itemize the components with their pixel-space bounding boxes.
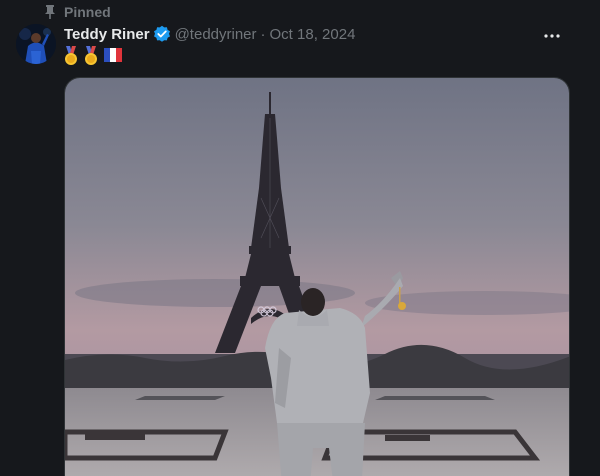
verified-badge-icon bbox=[153, 25, 171, 43]
more-icon bbox=[544, 25, 560, 43]
author-handle[interactable]: @teddyriner bbox=[175, 26, 257, 43]
separator-dot: · bbox=[260, 25, 266, 43]
post-date[interactable]: Oct 18, 2024 bbox=[270, 26, 356, 43]
pinned-label: Pinned bbox=[64, 4, 111, 20]
avatar[interactable] bbox=[16, 24, 56, 64]
tweet-text bbox=[64, 45, 122, 65]
pinned-indicator: Pinned bbox=[44, 4, 111, 20]
france-flag-emoji bbox=[104, 46, 122, 64]
tweet-header: Teddy Riner @teddyriner · Oct 18, 2024 bbox=[64, 24, 355, 44]
gold-medal-emoji bbox=[84, 46, 98, 65]
tweet-media[interactable] bbox=[64, 77, 570, 476]
author-name[interactable]: Teddy Riner bbox=[64, 26, 150, 43]
tweet[interactable]: Pinned Teddy Riner @teddyriner · Oct 18,… bbox=[0, 0, 600, 476]
gold-medal-emoji bbox=[64, 46, 78, 65]
eiffel-tower-photo bbox=[65, 78, 569, 476]
pin-icon bbox=[44, 5, 56, 19]
more-options-button[interactable] bbox=[540, 24, 564, 44]
